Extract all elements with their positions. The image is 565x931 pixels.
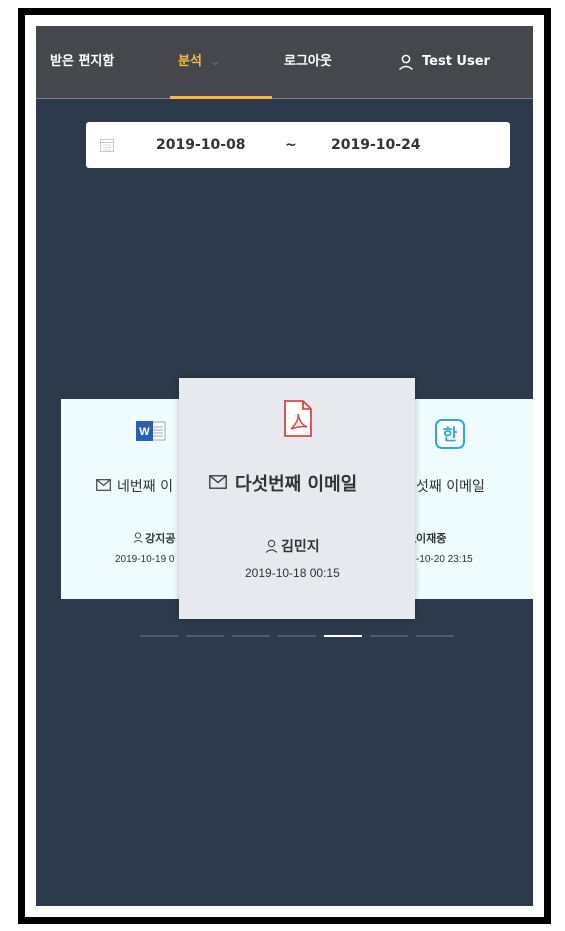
envelope-icon — [209, 475, 227, 489]
pdf-icon — [284, 400, 312, 437]
pager-dot[interactable] — [140, 635, 178, 637]
window-inner-border: 받은 편지함 분석 ⌄ 로그아웃 Test User 2019-10-08 ~ … — [25, 15, 544, 917]
date-end[interactable]: 2019-10-24 — [331, 122, 421, 168]
nav-logout[interactable]: 로그아웃 — [284, 26, 332, 98]
pager-dot[interactable] — [278, 635, 316, 637]
card-sender: 강지공 — [145, 532, 176, 545]
card-title: 다섯번째 이메일 — [235, 474, 358, 495]
envelope-icon — [96, 479, 111, 491]
pager-dot[interactable] — [324, 635, 362, 637]
card-date: 2019-10-18 00:15 — [245, 566, 340, 580]
date-separator: ~ — [285, 137, 297, 153]
email-card-right[interactable]: 한 섯째 이메일 이재중 -10-20 23:15 — [406, 399, 533, 599]
pager-dot[interactable] — [186, 635, 224, 637]
nav-user[interactable]: Test User — [398, 26, 490, 98]
word-icon: W — [136, 421, 166, 441]
card-date: -10-20 23:15 — [416, 554, 473, 565]
hwp-icon: 한 — [435, 419, 465, 449]
top-nav: 받은 편지함 분석 ⌄ 로그아웃 Test User — [36, 26, 533, 99]
card-title: 네번째 이 — [117, 479, 173, 495]
user-icon — [133, 532, 143, 543]
date-start[interactable]: 2019-10-08 — [156, 122, 246, 168]
pager-dot[interactable] — [416, 635, 454, 637]
email-card-active[interactable]: 다섯번째 이메일 김민지 2019-10-18 00:15 — [179, 378, 415, 619]
carousel-pager — [140, 635, 460, 637]
card-sender: 김민지 — [281, 539, 320, 555]
user-icon — [265, 539, 278, 553]
pager-dot[interactable] — [370, 635, 408, 637]
user-name: Test User — [422, 54, 490, 69]
svg-text:한: 한 — [443, 425, 458, 444]
calendar-icon — [100, 139, 114, 152]
nav-inbox[interactable]: 받은 편지함 — [50, 26, 114, 98]
chevron-down-icon[interactable]: ⌄ — [210, 54, 221, 69]
date-range-picker[interactable]: 2019-10-08 ~ 2019-10-24 — [86, 122, 510, 168]
window-frame: 받은 편지함 분석 ⌄ 로그아웃 Test User 2019-10-08 ~ … — [18, 8, 551, 924]
nav-analysis-label: 분석 — [178, 54, 202, 69]
active-tab-indicator — [170, 96, 272, 99]
svg-text:W: W — [139, 426, 150, 438]
card-sender: 이재중 — [416, 532, 447, 545]
email-card-left[interactable]: W 네번째 이 강지공 2019-10-19 0 — [61, 399, 191, 599]
user-icon — [398, 54, 414, 70]
card-title: 섯째 이메일 — [416, 479, 485, 495]
nav-analysis[interactable]: 분석 ⌄ — [178, 26, 221, 98]
pager-dot[interactable] — [232, 635, 270, 637]
app-root: 받은 편지함 분석 ⌄ 로그아웃 Test User 2019-10-08 ~ … — [36, 26, 533, 906]
card-date: 2019-10-19 0 — [115, 554, 175, 565]
